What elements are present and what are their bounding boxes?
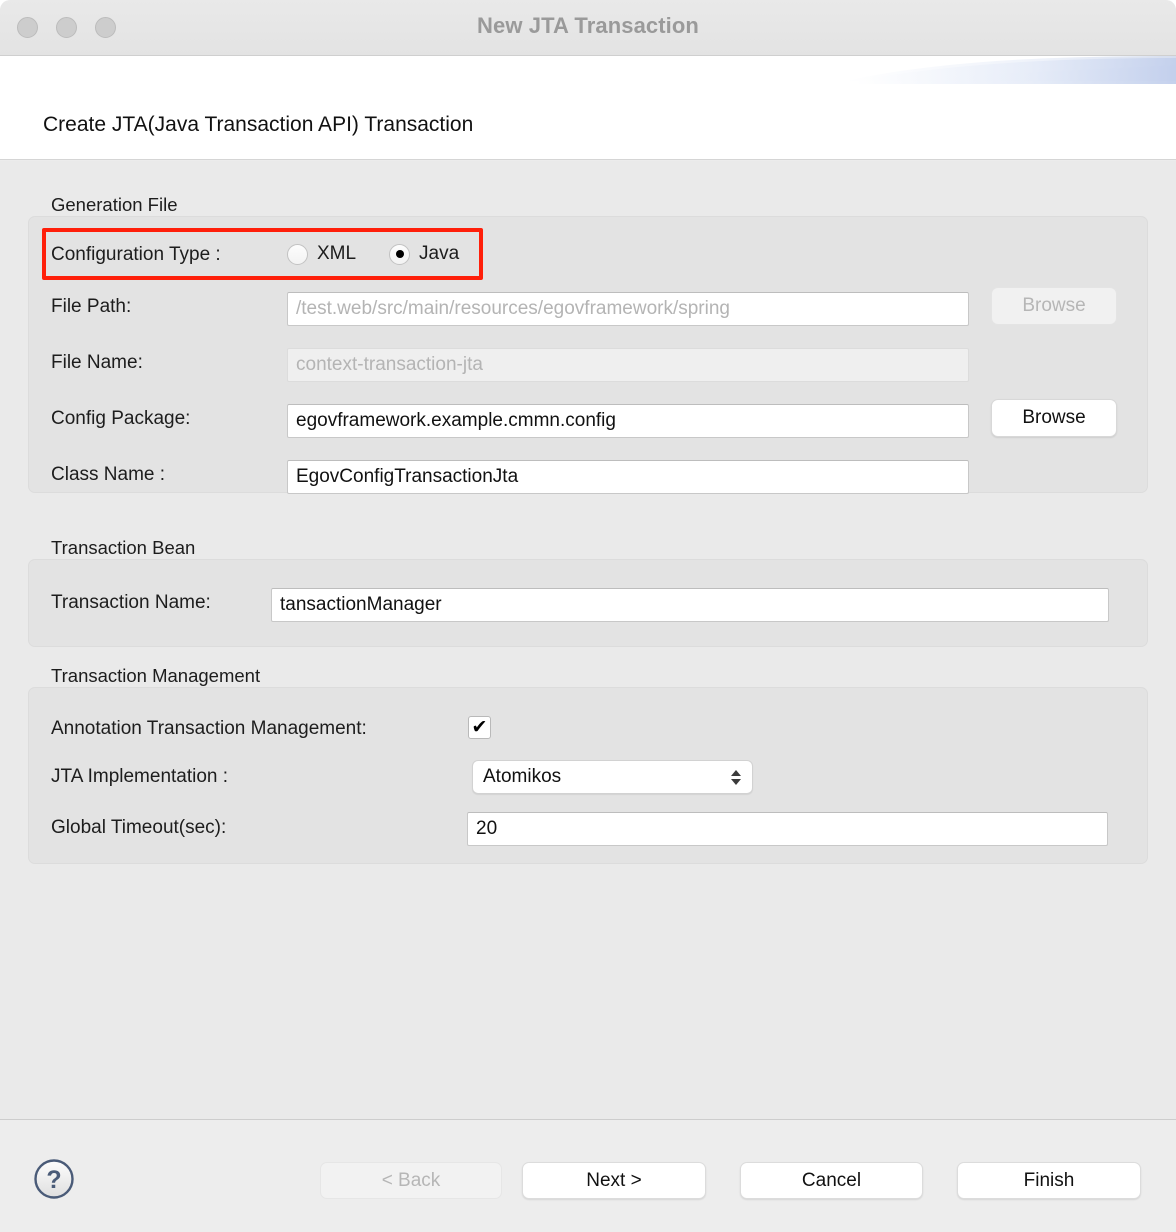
help-question-mark-icon[interactable]: ? xyxy=(33,1158,75,1200)
cancel-button[interactable]: Cancel xyxy=(740,1162,923,1199)
next-button[interactable]: Next > xyxy=(522,1162,706,1199)
radio-option-java[interactable]: Java xyxy=(389,243,459,265)
jta-implementation-select[interactable]: Atomikos xyxy=(472,760,753,794)
dialog-window: New JTA Transaction Create JTA(Java Tran… xyxy=(0,0,1176,1232)
section-label-transaction-bean: Transaction Bean xyxy=(51,537,196,558)
section-label-transaction-management: Transaction Management xyxy=(51,665,261,686)
back-button[interactable]: < Back xyxy=(320,1162,502,1199)
decorative-swoosh-graphic xyxy=(846,56,1176,84)
annotation-transaction-management-checkbox[interactable]: ✔ xyxy=(468,716,491,739)
transaction-name-input[interactable]: tansactionManager xyxy=(271,588,1109,622)
label-annotation-transaction-management: Annotation Transaction Management: xyxy=(51,718,367,739)
chevron-updown-icon xyxy=(731,769,741,785)
section-label-generation-file: Generation File xyxy=(51,194,178,215)
config-package-input[interactable]: egovframework.example.cmmn.config xyxy=(287,404,969,438)
label-transaction-name: Transaction Name: xyxy=(51,592,211,613)
label-config-package: Config Package: xyxy=(51,408,191,429)
radio-java-indicator[interactable] xyxy=(389,243,410,265)
file-name-input[interactable]: context-transaction-jta xyxy=(287,348,969,382)
window-title: New JTA Transaction xyxy=(477,13,699,38)
radio-java-label: Java xyxy=(419,243,460,264)
radio-option-xml[interactable]: XML xyxy=(287,243,356,265)
finish-button[interactable]: Finish xyxy=(957,1162,1141,1199)
file-path-input[interactable]: /test.web/src/main/resources/egovframewo… xyxy=(287,292,969,326)
label-file-name: File Name: xyxy=(51,352,143,373)
title-bar: New JTA Transaction xyxy=(0,0,1176,56)
browse-file-path-button[interactable]: Browse xyxy=(991,287,1117,325)
radio-xml-label: XML xyxy=(317,243,357,264)
label-jta-implementation: JTA Implementation : xyxy=(51,766,229,787)
radio-xml-indicator[interactable] xyxy=(287,243,308,265)
dialog-header: Create JTA(Java Transaction API) Transac… xyxy=(0,56,1176,160)
jta-implementation-value: Atomikos xyxy=(483,766,562,787)
label-file-path: File Path: xyxy=(51,296,132,317)
browse-config-package-button[interactable]: Browse xyxy=(991,399,1117,437)
svg-text:?: ? xyxy=(46,1166,61,1194)
global-timeout-input[interactable]: 20 xyxy=(467,812,1108,846)
label-class-name: Class Name : xyxy=(51,464,166,485)
label-global-timeout: Global Timeout(sec): xyxy=(51,817,227,838)
class-name-input[interactable]: EgovConfigTransactionJta xyxy=(287,460,969,494)
page-title: Create JTA(Java Transaction API) Transac… xyxy=(43,113,474,136)
label-configuration-type: Configuration Type : xyxy=(51,244,221,265)
dialog-body: Generation File Configuration Type : XML… xyxy=(0,161,1176,1119)
